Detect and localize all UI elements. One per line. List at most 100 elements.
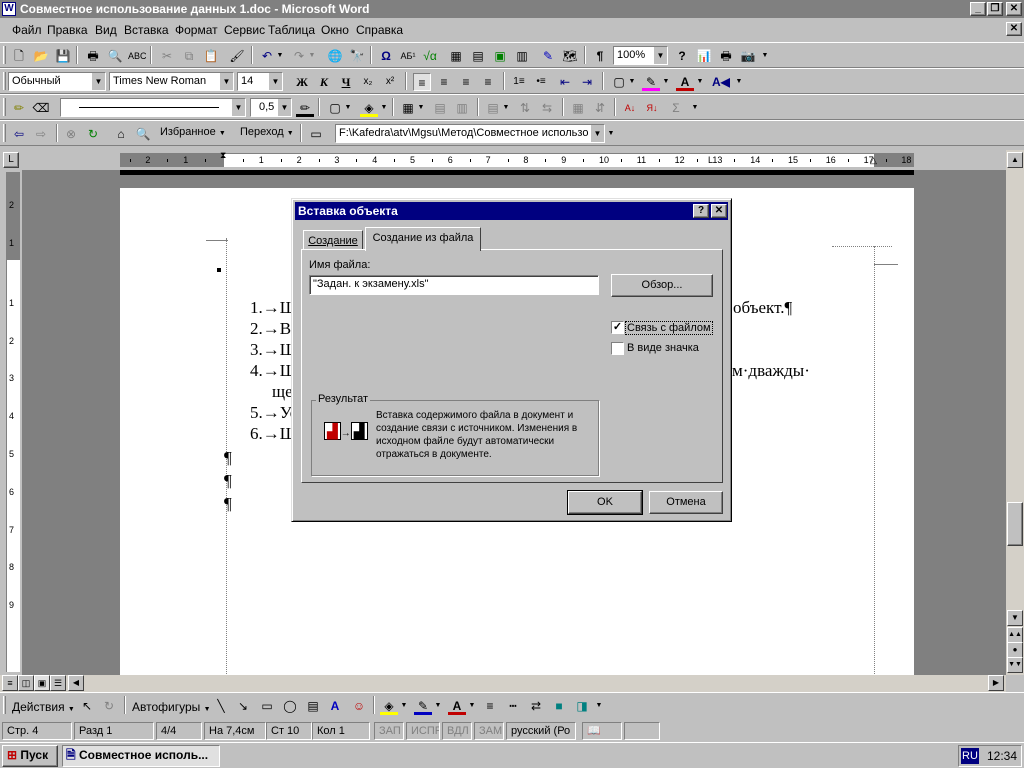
- columns-icon[interactable]: ▥: [513, 47, 531, 65]
- restore-button[interactable]: ❐: [987, 2, 1003, 16]
- bold-button[interactable]: Ж: [293, 73, 311, 91]
- toolbar-grip[interactable]: [3, 98, 6, 116]
- display-as-icon-checkbox[interactable]: [611, 342, 624, 355]
- line-color-icon[interactable]: ✎: [414, 697, 432, 715]
- tab-selector-icon[interactable]: L: [3, 152, 19, 168]
- task-button-word[interactable]: 🗎 Совместное исполь...: [62, 745, 220, 767]
- redo-icon[interactable]: ↷: [290, 47, 308, 65]
- align-top-icon[interactable]: ▤: [484, 99, 502, 117]
- outside-border-icon[interactable]: ▢: [326, 99, 344, 117]
- doc-empty-para[interactable]: ¶: [224, 494, 232, 514]
- autosum-icon[interactable]: Σ: [667, 99, 685, 117]
- distribute-cols-icon[interactable]: ⇆: [538, 99, 556, 117]
- smallcaps-icon[interactable]: АБ¹: [399, 47, 417, 65]
- equation-icon[interactable]: √α: [421, 47, 439, 65]
- dialog-close-button[interactable]: ✕: [711, 204, 727, 218]
- scroll-down-icon[interactable]: ▼: [1007, 610, 1023, 626]
- free-rotate-icon[interactable]: ↻: [100, 697, 118, 715]
- prev-page-icon[interactable]: ▲▲: [1007, 627, 1023, 643]
- distribute-rows-icon[interactable]: ⇅: [516, 99, 534, 117]
- dash-style-icon[interactable]: ┅: [504, 697, 522, 715]
- menu-table[interactable]: Таблица: [268, 23, 315, 37]
- menu-help[interactable]: Справка: [356, 23, 403, 37]
- autoformat-icon[interactable]: ▦: [569, 99, 587, 117]
- sort-desc-icon[interactable]: Я↓: [643, 99, 661, 117]
- font-color-draw-dropdown-icon[interactable]: ▼: [468, 697, 476, 715]
- web-view-icon[interactable]: ◫: [18, 675, 34, 691]
- table-dropdown-icon[interactable]: ▼: [417, 99, 425, 117]
- undo-icon[interactable]: ↶: [258, 47, 276, 65]
- draw-actions-menu[interactable]: Действия ▼: [12, 700, 75, 714]
- shadow-icon[interactable]: ■: [550, 697, 568, 715]
- line-color-dropdown-icon[interactable]: ▼: [434, 697, 442, 715]
- show-only-web-icon[interactable]: ▭: [307, 125, 325, 143]
- doc-line-1[interactable]: 1.→Щ: [250, 298, 297, 318]
- fill-color-icon[interactable]: ◈: [380, 697, 398, 715]
- align-center-icon[interactable]: ≡: [435, 73, 453, 91]
- doc-line-1-end[interactable]: объект.¶: [733, 298, 792, 318]
- split-cells-icon[interactable]: ▥: [453, 99, 471, 117]
- 3d-icon[interactable]: ◨: [573, 697, 591, 715]
- border-dropdown-icon[interactable]: ▼: [344, 99, 352, 117]
- horizontal-ruler[interactable]: 2 1 1 2 3 4 5 6 7 8 9 10 11 12 13 14 15 16 17 18 ⧗ L △: [120, 150, 914, 167]
- print-layout-icon[interactable]: ▣: [34, 675, 50, 691]
- spelling-status-icon[interactable]: 📖: [582, 722, 622, 740]
- document-map-icon[interactable]: 🗺: [561, 47, 579, 65]
- bullets-icon[interactable]: •≡: [532, 73, 550, 91]
- link-to-file-checkbox[interactable]: ✓: [611, 321, 624, 334]
- print2-icon[interactable]: 🖶: [717, 47, 735, 65]
- underline-button[interactable]: Ч: [337, 73, 355, 91]
- forward-icon[interactable]: ⇨: [32, 125, 50, 143]
- outline-view-icon[interactable]: ☰: [50, 675, 66, 691]
- border-color-icon[interactable]: ✏: [296, 99, 314, 117]
- drawing-toggle-icon[interactable]: ✎: [539, 47, 557, 65]
- menu-window[interactable]: Окно: [321, 23, 349, 37]
- back-icon[interactable]: ⇦: [10, 125, 28, 143]
- copy-icon[interactable]: ⧉: [180, 47, 198, 65]
- chart-icon[interactable]: 📊: [695, 47, 713, 65]
- wordart-icon[interactable]: A: [326, 697, 344, 715]
- dropdown-arrow-icon[interactable]: ▼: [219, 73, 233, 90]
- close-button[interactable]: ✕: [1006, 2, 1022, 16]
- merge-cells-icon[interactable]: ▤: [431, 99, 449, 117]
- dialog-titlebar[interactable]: Вставка объекта ? ✕: [295, 202, 728, 220]
- link-to-file-label[interactable]: Связь с файлом: [625, 321, 713, 335]
- doc-empty-para[interactable]: ¶: [224, 448, 232, 468]
- dropdown-arrow-icon[interactable]: ▼: [268, 73, 282, 90]
- select-objects-icon[interactable]: ↖: [78, 697, 96, 715]
- dropdown-arrow-icon[interactable]: ▼: [91, 73, 105, 90]
- font-color-draw-icon[interactable]: A: [448, 697, 466, 715]
- line-icon[interactable]: ╲: [212, 697, 230, 715]
- status-trk[interactable]: ИСПР: [406, 722, 440, 740]
- shading-icon[interactable]: ◈: [360, 99, 378, 117]
- undo-dropdown-icon[interactable]: ▼: [276, 47, 284, 65]
- clipart-icon[interactable]: ☺: [350, 697, 368, 715]
- window-titlebar[interactable]: W Совместное использование данных 1.doc …: [0, 0, 1024, 18]
- doc-line-4[interactable]: 4.→Щ: [250, 361, 297, 381]
- show-paragraph-icon[interactable]: ¶: [591, 47, 609, 65]
- format-painter-icon[interactable]: 🖌: [228, 47, 246, 65]
- dialog-help-button[interactable]: ?: [693, 204, 709, 218]
- more-buttons-icon[interactable]: ▼: [760, 47, 770, 65]
- minimize-button[interactable]: _: [970, 2, 986, 16]
- scroll-up-icon[interactable]: ▲: [1007, 152, 1023, 168]
- insert-excel-icon[interactable]: ▣: [491, 47, 509, 65]
- dropdown-arrow-icon[interactable]: ▼: [590, 125, 604, 142]
- toolbar-grip[interactable]: [3, 124, 6, 142]
- font-color-dropdown-icon[interactable]: ▼: [696, 73, 704, 91]
- new-doc-icon[interactable]: 🗋: [10, 47, 28, 65]
- horizontal-scrollbar[interactable]: ≡ ◫ ▣ ☰ ◀ ▶: [0, 675, 1006, 692]
- style-combo[interactable]: Обычный ▼: [8, 72, 106, 91]
- highlight-dropdown-icon[interactable]: ▼: [662, 73, 670, 91]
- camera-icon[interactable]: 📷: [739, 47, 757, 65]
- italic-button[interactable]: К: [315, 73, 333, 91]
- home-icon[interactable]: ⌂: [112, 125, 130, 143]
- sort-asc-icon[interactable]: А↓: [621, 99, 639, 117]
- save-icon[interactable]: 💾: [54, 47, 72, 65]
- more-buttons-icon[interactable]: ▼: [594, 697, 604, 715]
- find-icon[interactable]: 🔭: [348, 47, 366, 65]
- address-combo[interactable]: F:\Kafedra\atv\Mgsu\Метод\Совместное исп…: [335, 124, 605, 143]
- draw-table-icon[interactable]: ▦: [447, 47, 465, 65]
- align-dropdown-icon[interactable]: ▼: [502, 99, 510, 117]
- doc-line-4-end[interactable]: м·дважды·: [732, 361, 810, 381]
